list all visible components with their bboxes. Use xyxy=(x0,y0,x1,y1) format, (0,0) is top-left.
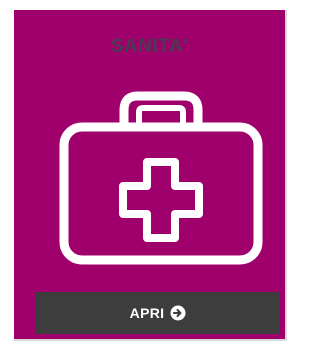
open-button[interactable]: APRI xyxy=(36,292,280,334)
open-button-label: APRI xyxy=(129,305,165,321)
card-title: SANITA' xyxy=(110,36,189,57)
first-aid-kit-icon xyxy=(54,90,268,265)
sanita-card: SANITA' APRI xyxy=(14,10,287,341)
arrow-right-circle-icon xyxy=(170,305,186,321)
